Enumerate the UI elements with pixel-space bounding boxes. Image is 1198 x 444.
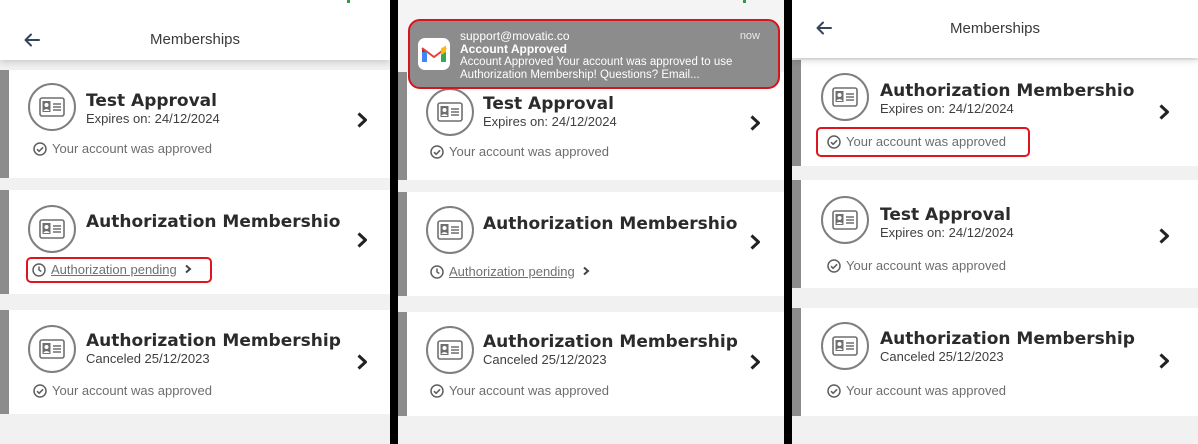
membership-expiry: Expires on: 24/12/2024: [483, 114, 617, 129]
app-header: Memberships: [792, 0, 1198, 58]
notification-title: Account Approved: [460, 42, 567, 56]
id-card-icon: [28, 83, 76, 131]
status-text[interactable]: Authorization pending: [449, 264, 575, 279]
membership-name: Authorization Membershio: [483, 214, 738, 234]
status-text: Your account was approved: [52, 141, 212, 156]
membership-canceled-date: Canceled 25/12/2023: [86, 351, 210, 366]
chevron-right-icon[interactable]: [748, 114, 762, 132]
id-card-icon: [821, 73, 869, 121]
approval-status: Your account was approved: [827, 258, 1006, 273]
id-card-icon: [821, 322, 869, 370]
id-card-icon: [426, 206, 474, 254]
gmail-icon: [418, 38, 450, 70]
notification-time: now: [739, 30, 760, 42]
chevron-right-icon: [582, 264, 590, 279]
membership-card[interactable]: Test Approval Expires on: 24/12/2024 You…: [792, 180, 1198, 288]
membership-card[interactable]: Authorization Membershio Authorization p…: [398, 192, 784, 296]
approval-status: Your account was approved: [827, 383, 1006, 398]
membership-name: Authorization Membership: [483, 332, 738, 352]
chevron-right-icon[interactable]: [355, 111, 369, 129]
membership-expiry: Expires on: 24/12/2024: [880, 101, 1014, 116]
membership-name: Authorization Membership: [86, 331, 341, 351]
highlight-annotation: [816, 127, 1030, 157]
approval-status: Your account was approved: [430, 144, 609, 159]
membership-card[interactable]: Test Approval Expires on: 24/12/2024 You…: [0, 70, 390, 178]
page-title: Memberships: [149, 31, 241, 48]
status-text: Your account was approved: [52, 383, 212, 398]
status-text: Your account was approved: [449, 383, 609, 398]
check-circle-icon: [33, 141, 47, 156]
screen-memberships-approved: Memberships Authorization Membershio Exp…: [792, 0, 1198, 444]
chevron-right-icon[interactable]: [355, 231, 369, 249]
membership-card[interactable]: Authorization Membership Canceled 25/12/…: [0, 310, 390, 414]
clock-icon: [430, 264, 444, 279]
notification-sender: support@movatic.co: [460, 29, 570, 43]
chevron-right-icon[interactable]: [748, 233, 762, 251]
notification-body: Account Approved Your account was approv…: [460, 56, 733, 81]
membership-canceled-date: Canceled 25/12/2023: [483, 352, 607, 367]
status-bar-fragment: [347, 0, 350, 3]
status-text: Your account was approved: [449, 144, 609, 159]
app-header: Memberships: [0, 0, 390, 60]
screen-memberships-notification: support@movatic.co now Account Approved …: [398, 0, 784, 444]
membership-name: Authorization Membershio: [880, 81, 1135, 101]
approval-status: Your account was approved: [33, 141, 212, 156]
id-card-icon: [28, 205, 76, 253]
chevron-right-icon[interactable]: [1157, 103, 1171, 121]
membership-name: Test Approval: [86, 91, 217, 111]
approval-status: Your account was approved: [33, 383, 212, 398]
membership-name: Authorization Membership: [880, 329, 1135, 349]
chevron-right-icon[interactable]: [1157, 227, 1171, 245]
membership-card[interactable]: Authorization Membership Canceled 25/12/…: [792, 308, 1198, 416]
page-title: Memberships: [949, 20, 1041, 37]
status-bar-fragment: [743, 0, 746, 3]
status-text: Your account was approved: [846, 383, 1006, 398]
check-circle-icon: [33, 383, 47, 398]
chevron-right-icon[interactable]: [748, 353, 762, 371]
check-circle-icon: [430, 144, 444, 159]
membership-name: Authorization Membershio: [86, 212, 341, 232]
id-card-icon: [821, 196, 869, 244]
approval-status: Your account was approved: [430, 383, 609, 398]
status-text: Your account was approved: [846, 258, 1006, 273]
membership-name: Test Approval: [880, 205, 1011, 225]
chevron-right-icon[interactable]: [1157, 352, 1171, 370]
screen-memberships-pending: Memberships Test Approval Expires on: 24…: [0, 0, 390, 444]
membership-card[interactable]: Authorization Membership Canceled 25/12/…: [398, 312, 784, 416]
highlight-annotation: [26, 257, 212, 283]
id-card-icon: [426, 88, 474, 136]
check-circle-icon: [430, 383, 444, 398]
check-circle-icon: [827, 383, 841, 398]
check-circle-icon: [827, 258, 841, 273]
push-notification[interactable]: support@movatic.co now Account Approved …: [408, 19, 780, 89]
id-card-icon: [426, 326, 474, 374]
chevron-right-icon[interactable]: [355, 353, 369, 371]
membership-expiry: Expires on: 24/12/2024: [880, 225, 1014, 240]
membership-expiry: Expires on: 24/12/2024: [86, 111, 220, 126]
pending-status-link[interactable]: Authorization pending: [430, 264, 590, 279]
membership-name: Test Approval: [483, 94, 614, 114]
id-card-icon: [28, 325, 76, 373]
membership-canceled-date: Canceled 25/12/2023: [880, 349, 1004, 364]
